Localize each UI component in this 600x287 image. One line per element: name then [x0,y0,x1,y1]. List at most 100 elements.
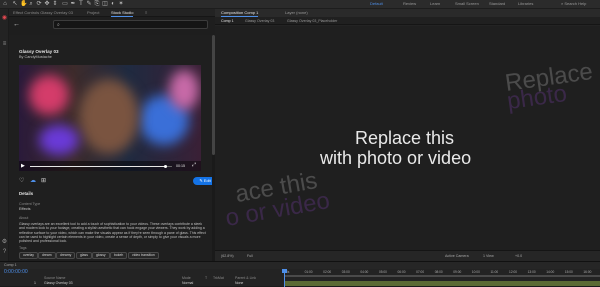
tab-layer[interactable]: Layer (none) [285,10,308,16]
search-icon: ⌕ [57,22,60,28]
exposure-value[interactable]: +0.0 [515,253,522,259]
layer-name[interactable]: Glassy Overlay 03 [44,281,73,286]
asset-actions: ♡ ☁ ⊞ ✎ Edit [19,176,217,186]
tag-list: overlay dream dreamy glass glossy bokeh … [19,252,209,260]
pan-icon[interactable]: ✥ [44,1,50,7]
layer-duration-bar[interactable] [285,281,600,286]
tag-chip[interactable]: bokeh [110,252,128,259]
content-type-label: Content Type [19,202,41,206]
details-heading: Details [19,191,34,196]
col-t: T [205,276,208,280]
stock-studio-panel: Effect Controls Glassy Overlay 03 Projec… [9,9,217,261]
composition-panel: Composition Comp 1 Layer (none) Comp 1 G… [215,9,600,261]
timeline-comp-tab[interactable]: Comp 1 [4,262,17,268]
workspace-learn[interactable]: Learn [430,1,440,7]
workspace-review[interactable]: Review [403,1,416,7]
subtab-placeholder[interactable]: Glassy Overlay 03_Placeholder [287,18,337,24]
edit-label: Edit [203,178,211,183]
tag-chip[interactable]: video transition [128,252,159,259]
tag-chip[interactable]: dreamy [56,252,76,259]
preview-image [19,65,201,171]
home-icon[interactable]: ⌂ [2,1,8,7]
layer-index: 1 [34,281,36,285]
heart-icon[interactable]: ♡ [19,177,24,185]
scrubber-handle[interactable] [164,165,167,168]
about-text: Glassy overlays are an excellent tool to… [19,222,206,244]
eraser-icon[interactable]: ◫ [102,1,108,7]
subtab-glassy-overlay[interactable]: Glassy Overlay 03 [245,18,274,24]
text-icon[interactable]: T [78,1,84,7]
tag-chip[interactable]: glossy [92,252,110,259]
about-label: About [19,216,29,220]
video-time: 00:15 [176,164,185,168]
composition-viewer[interactable]: Replace photo ace this o or video Replac… [215,26,600,250]
orbit-icon[interactable]: ⟳ [36,1,42,7]
current-time[interactable]: 0:00:00:00 [4,269,28,276]
tag-chip[interactable]: dream [38,252,56,259]
tag-chip[interactable]: overlay [19,252,38,259]
layers-icon[interactable]: ≡ [1,41,8,48]
playhead[interactable] [284,269,285,287]
brush-icon[interactable]: ✎ [86,1,92,7]
stock-search-input[interactable]: ⌕ [53,20,208,29]
add-icon[interactable]: ⊞ [41,177,46,185]
workspace-small-screen[interactable]: Small Screen [455,1,479,7]
video-controls: ▶ 00:15 ⤢ [19,161,201,171]
search-help-field[interactable]: ⌕ Search Help [561,1,586,7]
asset-details: Glassy Overlay 03 By CandyMustache ▶ 00:… [9,35,217,261]
zoom-level[interactable]: (62.8%) [221,253,234,259]
tab-effect-controls[interactable]: Effect Controls Glassy Overlay 03 [13,10,73,16]
fullscreen-icon[interactable]: ⤢ [192,162,196,169]
app-toolbar: ⌂ ↖ ✋ ⌕ ⟳ ✥ ⇕ ▭ ✒ T ✎ ⎘ ◫ ◐ ✶ Default Re… [0,0,600,9]
ghost-text-echo: photo [505,79,569,116]
video-preview[interactable]: ▶ 00:15 ⤢ [19,65,201,171]
roto-icon[interactable]: ◐ [110,1,116,7]
hand-icon[interactable]: ✋ [20,1,27,7]
panel-menu-icon[interactable]: ≡ [145,10,147,16]
video-scrubber[interactable] [30,165,172,168]
search-help-label: Search Help [564,1,587,6]
tag-chip[interactable]: glass [76,252,92,259]
creative-cloud-icon[interactable]: ◉ [1,15,8,22]
tab-stock-studio[interactable]: Stock Studio [111,10,134,17]
dolly-icon[interactable]: ⇕ [52,1,58,7]
work-area-bar[interactable] [284,275,600,277]
layer-parent[interactable]: None [235,281,243,286]
pen-icon[interactable]: ✒ [70,1,76,7]
workspace-libraries[interactable]: Libraries [518,1,533,7]
zoom-icon[interactable]: ⌕ [28,1,34,7]
rectangle-icon[interactable]: ▭ [62,1,68,7]
view-select[interactable]: 1 View [483,253,494,259]
subtab-comp-1[interactable]: Comp 1 [221,18,234,24]
layer-mode[interactable]: Normal [182,281,193,286]
camera-select[interactable]: Active Camera [445,253,469,259]
video-progress [30,166,167,167]
tab-composition[interactable]: Composition Comp 1 [221,10,259,17]
asset-title: Glassy Overlay 03 [19,49,59,54]
left-panel-tabs: Effect Controls Glassy Overlay 03 Projec… [9,9,215,17]
search-row: ← ⌕ [13,20,211,30]
workspace-default[interactable]: Default [370,1,383,7]
settings-icon[interactable]: ⚙ [1,239,8,246]
left-rail: ◉ ≡ ⚙ ? [0,9,9,261]
clone-icon[interactable]: ⎘ [94,1,100,7]
composition-tabs: Composition Comp 1 Layer (none) [215,9,600,17]
back-arrow-icon[interactable]: ← [13,21,20,29]
cloud-download-icon[interactable]: ☁ [30,177,36,185]
workspace-standard[interactable]: Standard [489,1,505,7]
tab-project[interactable]: Project [87,10,99,16]
col-trkmat: TrkMat [213,276,224,280]
tags-label: Tags [19,246,27,250]
placeholder-line-2: with photo or video [320,148,472,168]
puppet-icon[interactable]: ✶ [118,1,124,7]
play-icon[interactable]: ▶ [21,163,25,169]
content-type-value: Effects [19,207,31,211]
timeline-panel: Comp 1 0:00:00:00 Source Name Mode T Trk… [0,261,600,287]
help-icon[interactable]: ? [1,249,8,256]
composition-subtabs: Comp 1 Glassy Overlay 03 Glassy Overlay … [215,17,600,25]
timeline-header: Comp 1 [0,262,600,269]
placeholder-line-1: Replace this [355,128,455,148]
viewer-footer: (62.8%) Full Active Camera 1 View +0.0 [215,250,600,261]
selection-icon[interactable]: ↖ [12,1,18,7]
resolution-select[interactable]: Full [247,253,253,259]
